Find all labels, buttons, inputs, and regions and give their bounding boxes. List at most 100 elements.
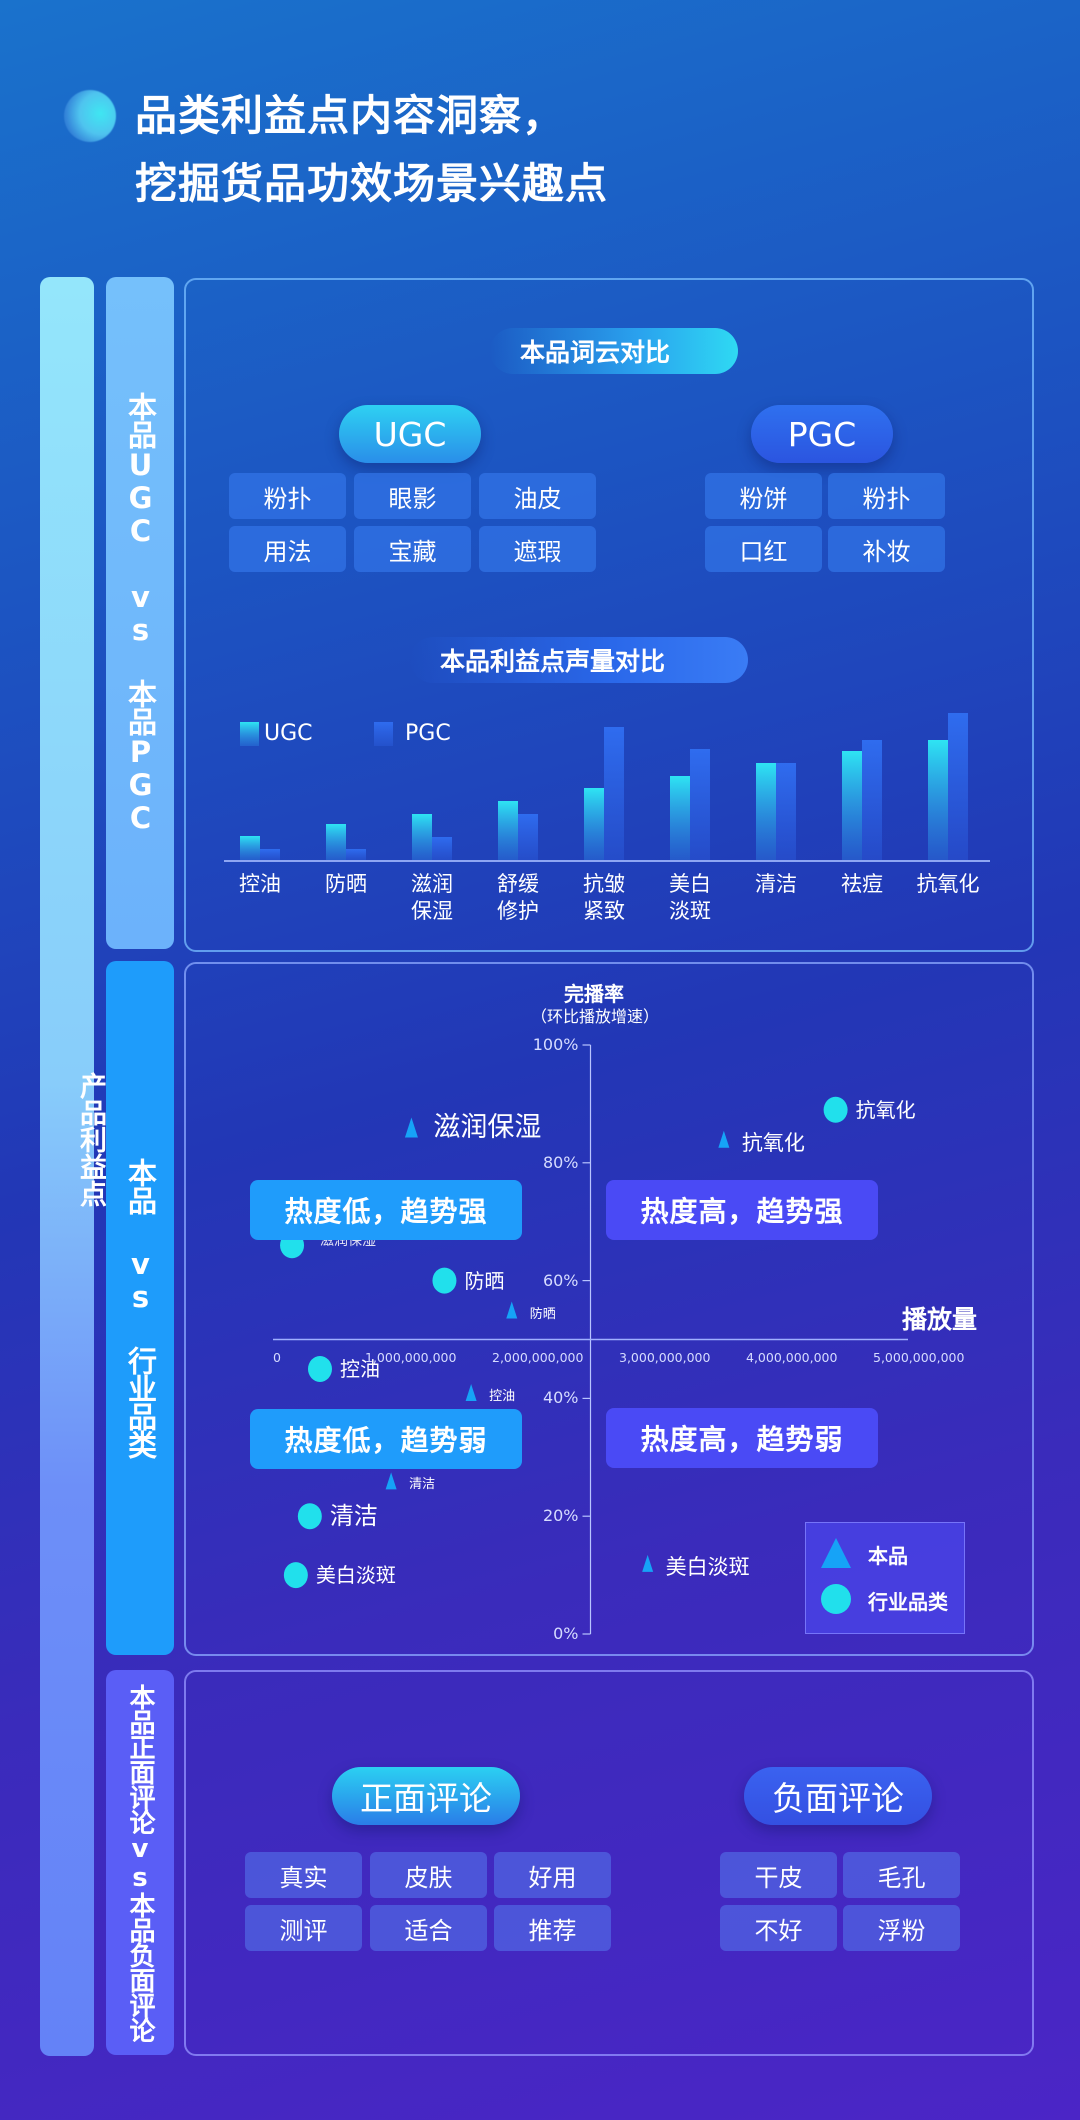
industry-point-circle [283,1562,308,1589]
bar-ugc [842,751,862,860]
quadrant-top-right: 热度高，趋势强 [606,1180,878,1240]
industry-point-circle [432,1267,457,1294]
bar-x-label-line: 祛痘 [841,872,883,896]
bar-x-label: 滋润 保湿 [397,871,467,925]
rail-brand-vs-industry: 本品 vs 行业品类 [106,961,174,1655]
rail-positive-vs-negative: 本品正面评论vs本品负面评论 [106,1670,174,2055]
x-tick-label: 3,000,000,000 [619,1349,711,1365]
brand-point-triangle [642,1554,654,1572]
bar-x-label: 祛痘 [827,871,897,898]
ugc-tag: 油皮 [479,473,596,519]
industry-point-circle [823,1096,848,1123]
y-tick-label: 0% [553,1624,579,1643]
industry-point-label: 清洁 [329,1502,378,1531]
bar-ugc [326,824,346,860]
bar-pgc [948,713,968,860]
bar-pgc [604,727,624,860]
bar-pgc [518,814,538,860]
brand-point-triangle [465,1384,477,1402]
bar-ugc [412,814,432,860]
brand-point-triangle [718,1130,730,1148]
brand-point-label: 滋润保湿 [433,1111,542,1143]
scatter-legend: 本品 行业品类 [805,1522,965,1634]
brand-point-label: 清洁 [409,1477,436,1493]
industry-point-label: 控油 [339,1356,380,1381]
bar-pgc [690,749,710,860]
bar-x-label-line: 修护 [497,899,539,923]
industry-point-label: 防晒 [464,1268,505,1293]
y-tick-label: 20% [542,1506,579,1526]
ugc-tag: 粉扑 [229,473,346,519]
positive-comments-label: 正面评论 [332,1767,520,1825]
page-title-line2: 挖掘货品功效场景兴趣点 [135,159,609,208]
ugc-tag: 宝藏 [354,526,471,572]
rail-positive-vs-negative-label: 本品正面评论vs本品负面评论 [125,1683,155,2042]
brand-point-label: 控油 [489,1389,516,1404]
brand-point-label: 防晒 [529,1306,556,1322]
positive-tag: 好用 [494,1852,611,1898]
y-tick-label: 40% [542,1388,579,1408]
bar-x-label-line: 滋润 [411,872,453,896]
positive-tag: 皮肤 [370,1852,487,1898]
industry-point-label: 美白淡斑 [315,1563,396,1588]
bar-ugc [928,740,948,860]
positive-tag: 测评 [245,1905,362,1951]
quadrant-bottom-right: 热度高，趋势弱 [606,1408,878,1468]
bar-ugc [584,788,604,860]
bar-ugc [670,776,690,860]
bar-x-label: 舒缓 修护 [483,871,553,925]
bar-ugc [240,836,260,860]
bar-legend-pgc-swatch [374,722,393,746]
page-title-line1: 品类利益点内容洞察， [135,91,566,140]
ugc-tag: 眼影 [354,473,471,519]
pgc-tag: 补妆 [828,526,945,572]
x-tick-label: 0 [273,1349,281,1365]
brand-point-label: 抗氧化 [741,1130,805,1155]
rail-ugc-vs-pgc-label: 本品UGC vs 本品PGC [123,392,158,834]
industry-point-label: 抗氧化 [855,1097,916,1122]
bar-pgc [432,837,452,860]
x-axis-title: 播放量 [902,1305,978,1334]
bar-x-label-line: 紧致 [583,899,625,923]
negative-tag: 毛孔 [843,1852,960,1898]
bar-legend-pgc-label: PGC [405,721,451,746]
bar-ugc [498,801,518,860]
bar-x-label-line: 清洁 [755,872,797,896]
bar-x-label-line: 抗皱 [583,872,625,896]
header-orb-icon [64,90,116,142]
y-tick-label: 60% [542,1270,579,1290]
bar-x-label-line: 舒缓 [497,872,539,896]
bar-x-label: 防晒 [311,871,381,898]
bar-x-label-line: 淡斑 [669,899,711,923]
industry-point-circle [297,1503,322,1530]
legend-industry-label: 行业品类 [868,1590,948,1614]
brand-point-triangle [404,1117,418,1138]
legend-triangle-icon [821,1538,851,1568]
x-tick-label: 2,000,000,000 [492,1349,584,1365]
negative-comments-label: 负面评论 [744,1767,932,1825]
negative-tag: 干皮 [720,1852,837,1898]
pgc-group-label: PGC [751,405,893,463]
legend-circle-icon [821,1584,851,1614]
brand-point-triangle [385,1472,397,1490]
bar-x-label-line: 抗氧化 [916,872,980,896]
ugc-tag: 用法 [229,526,346,572]
quadrant-bottom-left: 热度低，趋势弱 [250,1409,522,1469]
bar-chart-title: 本品利益点声量对比 [410,637,748,683]
bar-x-label: 控油 [225,871,295,898]
brand-point-triangle [506,1301,518,1319]
positive-tag: 推荐 [494,1905,611,1951]
negative-tag: 不好 [720,1905,837,1951]
bar-pgc [862,740,882,860]
positive-tag: 真实 [245,1852,362,1898]
brand-point-label: 美白淡斑 [665,1554,750,1579]
rail-ugc-vs-pgc: 本品UGC vs 本品PGC [106,277,174,949]
bar-legend-ugc-label: UGC [264,721,313,746]
positive-tag: 适合 [370,1905,487,1951]
ugc-group-label: UGC [339,405,481,463]
x-tick-label: 4,000,000,000 [746,1349,838,1365]
negative-tag: 浮粉 [843,1905,960,1951]
bar-x-label-line: 控油 [239,872,281,896]
bar-x-label: 美白 淡斑 [655,871,725,925]
legend-brand-label: 本品 [868,1544,908,1568]
